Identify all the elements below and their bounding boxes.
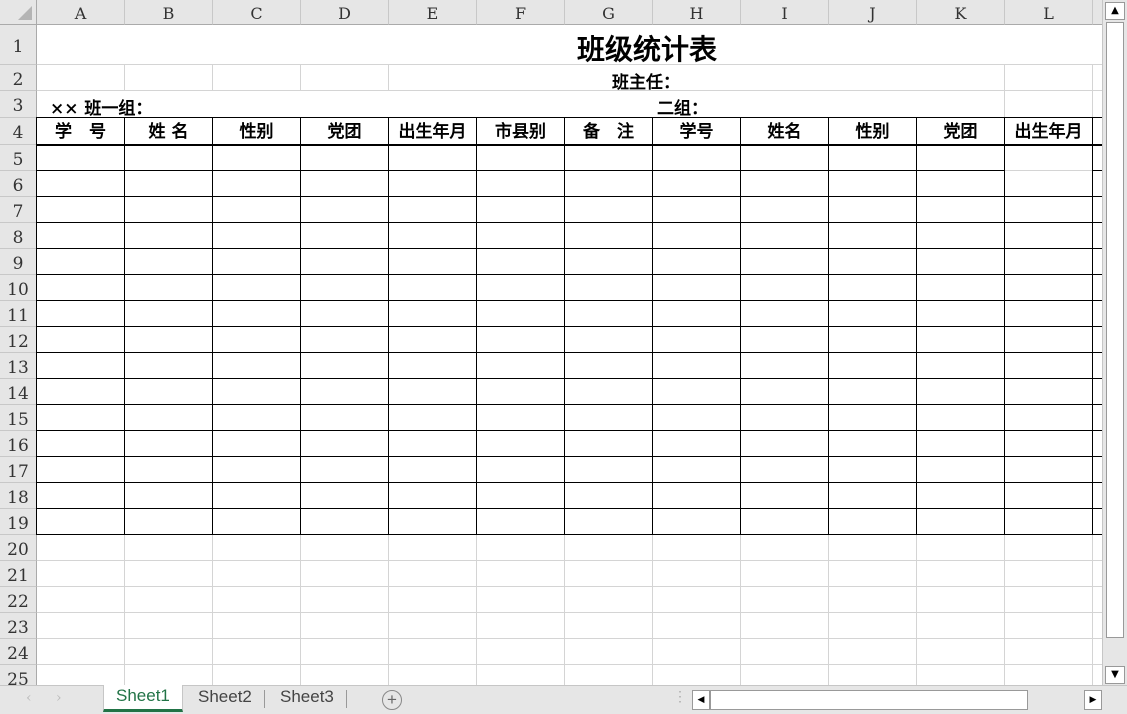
row-header-9[interactable]: 9 bbox=[0, 249, 37, 275]
table-border bbox=[1092, 170, 1102, 171]
column-title-6: 市县别 bbox=[477, 120, 564, 144]
row-header-18[interactable]: 18 bbox=[0, 483, 37, 509]
tab-sheet1[interactable]: Sheet1 bbox=[103, 685, 183, 712]
vertical-scroll-thumb[interactable] bbox=[1106, 22, 1124, 638]
row-header-3[interactable]: 3 bbox=[0, 91, 37, 118]
row-header-1[interactable]: 1 bbox=[0, 25, 37, 65]
column-header-A[interactable]: A bbox=[37, 0, 125, 25]
merged-group-cell[interactable] bbox=[37, 91, 1004, 117]
column-title-7: 备 注 bbox=[565, 120, 652, 144]
table-border bbox=[37, 274, 1102, 275]
row-header-12[interactable]: 12 bbox=[0, 327, 37, 353]
gridline bbox=[37, 612, 1102, 613]
row-header-5[interactable]: 5 bbox=[0, 145, 37, 171]
row-header-20[interactable]: 20 bbox=[0, 535, 37, 561]
horizontal-scrollbar[interactable]: ◀ ▶ bbox=[692, 690, 1102, 710]
column-title-12: 出生年月 bbox=[1005, 120, 1092, 144]
table-border bbox=[37, 144, 1102, 146]
column-header-C[interactable]: C bbox=[213, 0, 301, 25]
column-title-4: 党团 bbox=[301, 120, 388, 144]
row-header-11[interactable]: 11 bbox=[0, 301, 37, 327]
vertical-scrollbar[interactable]: ▲ ▼ bbox=[1102, 0, 1127, 685]
table-border bbox=[37, 534, 1102, 535]
row-header-19[interactable]: 19 bbox=[0, 509, 37, 535]
tab-sheet3[interactable]: Sheet3 bbox=[268, 690, 347, 708]
select-all-icon bbox=[18, 6, 32, 20]
tab-scroll-right-icon[interactable]: › bbox=[56, 690, 62, 706]
column-title-10: 性别 bbox=[829, 120, 916, 144]
table-border bbox=[37, 196, 1102, 197]
table-border bbox=[37, 404, 1102, 405]
scroll-left-icon[interactable]: ◀ bbox=[692, 690, 710, 710]
row-header-7[interactable]: 7 bbox=[0, 197, 37, 223]
row-header-2[interactable]: 2 bbox=[0, 65, 37, 91]
row-header-17[interactable]: 17 bbox=[0, 457, 37, 483]
table-border bbox=[37, 482, 1102, 483]
row-header-22[interactable]: 22 bbox=[0, 587, 37, 613]
group1-label: ×× 班一组： bbox=[50, 94, 152, 119]
table-border bbox=[37, 300, 1102, 301]
column-header-J[interactable]: J bbox=[829, 0, 917, 25]
horizontal-scroll-thumb[interactable] bbox=[710, 690, 1028, 710]
sheet-title: 班级统计表 bbox=[577, 28, 717, 68]
column-title-5: 出生年月 bbox=[389, 120, 476, 144]
column-title-9: 姓名 bbox=[741, 120, 828, 144]
column-title-8: 学号 bbox=[653, 120, 740, 144]
tab-sheet2[interactable]: Sheet2 bbox=[186, 690, 265, 708]
column-header-B[interactable]: B bbox=[125, 0, 213, 25]
column-header-K[interactable]: K bbox=[917, 0, 1005, 25]
sheet-tab-bar: ‹ › Sheet1 Sheet2 Sheet3 + ⋮ ◀ ▶ bbox=[0, 685, 1127, 714]
column-title-1: 学 号 bbox=[37, 120, 124, 144]
row-header-16[interactable]: 16 bbox=[0, 431, 37, 457]
row-header-13[interactable]: 13 bbox=[0, 353, 37, 379]
row-header-6[interactable]: 6 bbox=[0, 171, 37, 197]
row-header-23[interactable]: 23 bbox=[0, 613, 37, 639]
column-header-G[interactable]: G bbox=[565, 0, 653, 25]
add-sheet-icon[interactable]: + bbox=[382, 690, 402, 710]
group2-label: 二组： bbox=[657, 94, 708, 119]
teacher-label: 班主任： bbox=[612, 68, 680, 93]
table-border bbox=[37, 248, 1102, 249]
table-border bbox=[37, 170, 1005, 171]
table-border bbox=[37, 378, 1102, 379]
merged-title-cell[interactable] bbox=[37, 25, 1102, 64]
row-header-24[interactable]: 24 bbox=[0, 639, 37, 665]
row-header-4[interactable]: 4 bbox=[0, 118, 37, 145]
gridline bbox=[37, 638, 1102, 639]
row-header-8[interactable]: 8 bbox=[0, 223, 37, 249]
row-header-15[interactable]: 15 bbox=[0, 405, 37, 431]
scroll-up-icon[interactable]: ▲ bbox=[1105, 2, 1125, 20]
column-header-L[interactable]: L bbox=[1005, 0, 1093, 25]
row-header-10[interactable]: 10 bbox=[0, 275, 37, 301]
scroll-down-icon[interactable]: ▼ bbox=[1105, 666, 1125, 684]
table-border bbox=[37, 222, 1102, 223]
column-title-3: 性别 bbox=[213, 120, 300, 144]
row-header-14[interactable]: 14 bbox=[0, 379, 37, 405]
column-header-H[interactable]: H bbox=[653, 0, 741, 25]
column-title-2: 姓 名 bbox=[125, 120, 212, 144]
scroll-right-icon[interactable]: ▶ bbox=[1084, 690, 1102, 710]
column-title-11: 党团 bbox=[917, 120, 1004, 144]
gridline bbox=[37, 560, 1102, 561]
gridline bbox=[37, 586, 1102, 587]
column-header-D[interactable]: D bbox=[301, 0, 389, 25]
column-header-E[interactable]: E bbox=[389, 0, 477, 25]
table-border bbox=[37, 326, 1102, 327]
table-border bbox=[37, 117, 1102, 118]
table-border bbox=[37, 430, 1102, 431]
column-header-I[interactable]: I bbox=[741, 0, 829, 25]
table-border bbox=[37, 352, 1102, 353]
split-handle-icon[interactable]: ⋮ bbox=[673, 689, 687, 705]
tab-scroll-left-icon[interactable]: ‹ bbox=[26, 690, 32, 706]
gridline bbox=[37, 664, 1102, 665]
select-all-corner[interactable] bbox=[0, 0, 37, 25]
table-border bbox=[37, 456, 1102, 457]
merged-teacher-cell[interactable] bbox=[389, 65, 1004, 90]
table-border bbox=[37, 508, 1102, 509]
row-header-21[interactable]: 21 bbox=[0, 561, 37, 587]
column-header-F[interactable]: F bbox=[477, 0, 565, 25]
